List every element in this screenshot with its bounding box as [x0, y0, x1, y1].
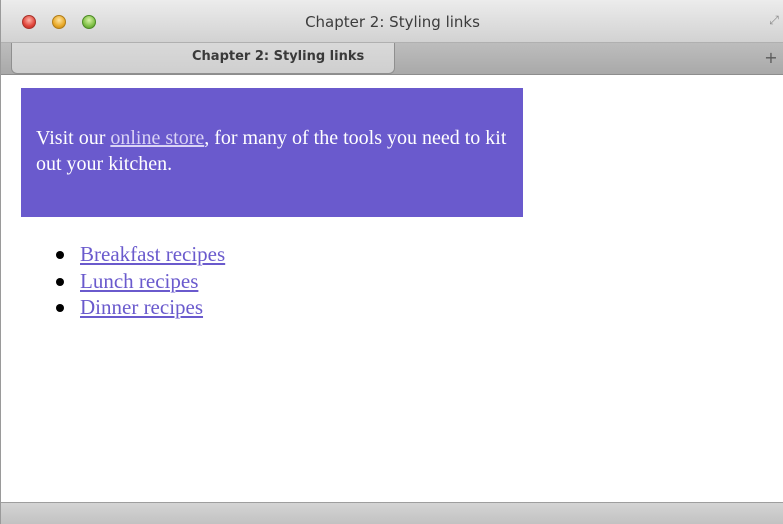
list-item: Breakfast recipes	[39, 241, 225, 268]
promo-text-before: Visit our	[36, 127, 111, 149]
browser-window: Chapter 2: Styling links ⤢ Chapter 2: St…	[0, 0, 783, 524]
tab-chapter-2[interactable]: Chapter 2: Styling links	[11, 43, 395, 74]
recipe-list: Breakfast recipes Lunch recipes Dinner r…	[39, 241, 225, 321]
bullet-icon	[56, 251, 64, 259]
list-item: Lunch recipes	[39, 268, 225, 295]
status-bar	[1, 502, 783, 524]
tab-bar: Chapter 2: Styling links +	[1, 43, 783, 75]
online-store-link[interactable]: online store	[110, 127, 204, 149]
list-item: Dinner recipes	[39, 294, 225, 321]
window-title: Chapter 2: Styling links	[305, 13, 480, 31]
lunch-recipes-link[interactable]: Lunch recipes	[80, 269, 198, 293]
breakfast-recipes-link[interactable]: Breakfast recipes	[80, 242, 225, 266]
title-bar[interactable]: Chapter 2: Styling links ⤢	[1, 0, 783, 43]
bullet-icon	[56, 304, 64, 312]
bullet-icon	[56, 277, 64, 286]
tab-label-wrapper: Chapter 2: Styling links	[12, 49, 394, 64]
tab-label: Chapter 2: Styling links	[192, 49, 365, 64]
page-content: Visit our online store, for many of the …	[1, 75, 783, 502]
promo-box: Visit our online store, for many of the …	[21, 88, 523, 217]
fullscreen-icon[interactable]: ⤢	[766, 12, 782, 28]
dinner-recipes-link[interactable]: Dinner recipes	[80, 295, 203, 319]
plus-icon[interactable]: +	[762, 49, 780, 67]
